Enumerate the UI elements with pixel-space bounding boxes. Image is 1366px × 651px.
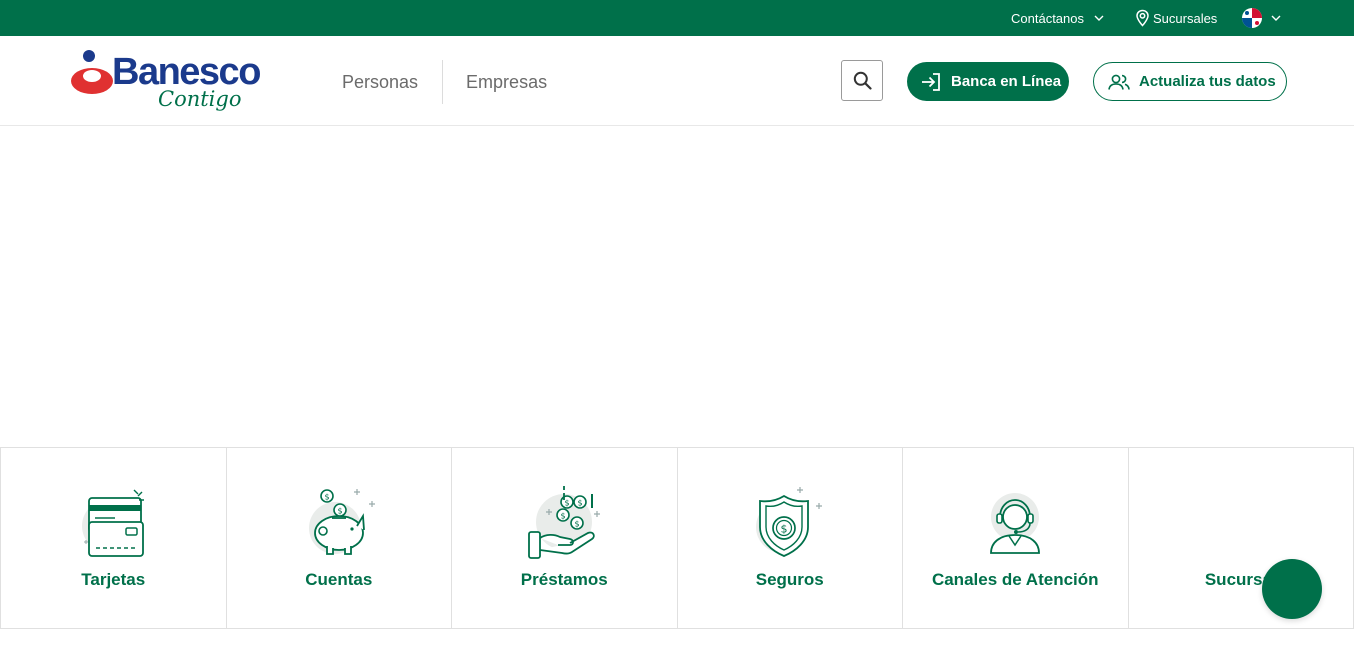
card-label: Seguros	[755, 570, 824, 589]
main-nav: Personas Empresas	[342, 60, 547, 104]
branches-link[interactable]: Sucursales	[1134, 0, 1217, 36]
headset-agent-icon	[990, 493, 1041, 554]
users-icon	[1108, 74, 1130, 90]
nav-divider	[442, 60, 444, 104]
svg-text:$: $	[780, 523, 787, 536]
card-seguros[interactable]: $ Seguros	[678, 448, 903, 628]
svg-text:$: $	[565, 499, 570, 508]
chat-button[interactable]	[1262, 559, 1322, 619]
update-data-button[interactable]: Actualiza tus datos	[1093, 62, 1287, 101]
piggy-bank-icon: $ $	[308, 489, 375, 555]
logo-tagline: Contigo	[158, 87, 242, 111]
hero-banner	[0, 127, 1354, 447]
svg-text:$: $	[575, 520, 580, 529]
card-label: Préstamos	[520, 570, 608, 589]
search-button[interactable]	[841, 60, 883, 101]
card-label: Tarjetas	[81, 570, 146, 589]
online-banking-label: Banca en Línea	[951, 73, 1062, 90]
card-canales-atencion[interactable]: Canales de Atención	[903, 448, 1129, 628]
svg-text:$: $	[337, 507, 342, 516]
contact-label: Contáctanos	[1011, 10, 1084, 26]
logo-mark-icon	[71, 50, 113, 94]
svg-text:$: $	[578, 499, 583, 508]
search-icon	[853, 71, 872, 90]
login-icon	[922, 72, 940, 91]
card-label: Cuentas	[305, 570, 373, 589]
update-data-label: Actualiza tus datos	[1139, 73, 1276, 90]
banesco-logo[interactable]: Banesco Contigo	[70, 48, 270, 118]
card-label: Canales de Atención	[931, 570, 1099, 589]
branches-label: Sucursales	[1153, 10, 1218, 26]
panama-flag-icon	[1242, 8, 1262, 28]
top-utility-bar: Contáctanos Sucursales	[0, 0, 1354, 36]
svg-text:$: $	[561, 512, 566, 521]
category-cards: Tarjetas $ $ Cuentas $ $ $ $ Préstamos $…	[0, 447, 1354, 629]
card-cuentas[interactable]: $ $ Cuentas	[227, 448, 452, 628]
credit-card-icon	[82, 489, 145, 557]
language-selector[interactable]	[1242, 0, 1281, 36]
chevron-down-icon	[1094, 15, 1104, 21]
nav-empresas[interactable]: Empresas	[466, 72, 547, 93]
card-prestamos[interactable]: $ $ $ $ Préstamos	[452, 448, 678, 628]
nav-personas[interactable]: Personas	[342, 72, 418, 93]
location-pin-icon	[1136, 9, 1149, 27]
contact-dropdown[interactable]: Contáctanos	[1011, 0, 1104, 36]
hand-coins-icon: $ $ $ $	[528, 486, 601, 559]
branch-icon	[1203, 484, 1279, 560]
main-header: Banesco Contigo Personas Empresas Banca …	[0, 36, 1354, 126]
card-sucursal[interactable]: Sucursal	[1129, 448, 1354, 628]
shield-dollar-icon: $	[755, 487, 822, 557]
card-tarjetas[interactable]: Tarjetas	[1, 448, 227, 628]
svg-text:$: $	[324, 493, 329, 502]
online-banking-button[interactable]: Banca en Línea	[907, 62, 1069, 101]
chevron-down-icon	[1271, 15, 1281, 21]
